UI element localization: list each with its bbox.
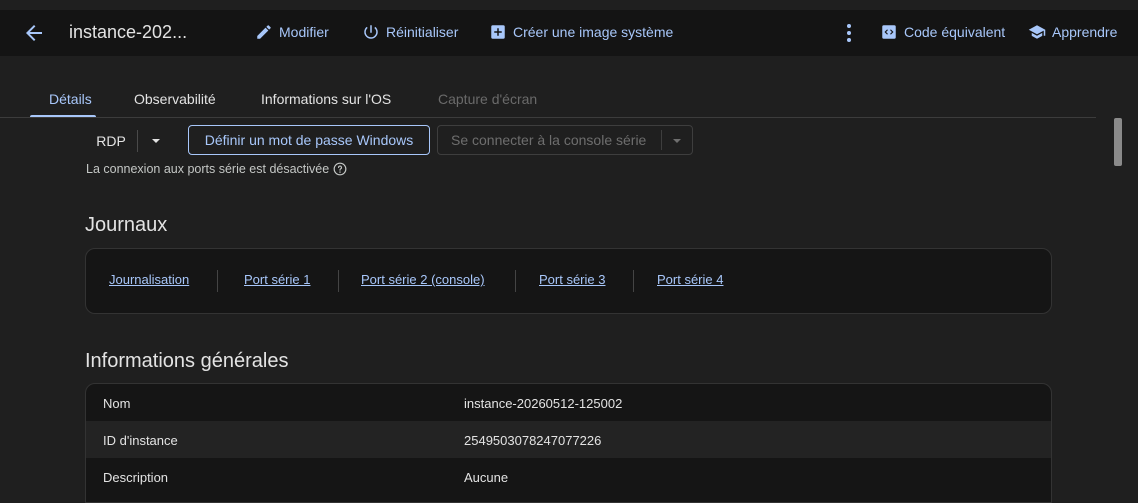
serial-disabled-text: La connexion aux ports série est désacti…	[86, 162, 330, 176]
edit-label: Modifier	[279, 24, 329, 40]
power-icon	[364, 25, 378, 39]
serial-console-dropdown-arrow-icon	[673, 139, 681, 143]
back-arrow-icon[interactable]	[22, 21, 46, 45]
more-vert-icon[interactable]	[840, 22, 858, 44]
log-link-divider	[515, 270, 516, 292]
add-box-icon	[491, 25, 505, 39]
table-row: Nom instance-20260512-125002	[86, 384, 1051, 421]
set-windows-password-button[interactable]: Définir un mot de passe Windows	[188, 125, 430, 155]
tab-observability[interactable]: Observabilité	[134, 91, 216, 107]
serial-console-divider	[661, 130, 662, 150]
tab-screenshot: Capture d'écran	[438, 91, 538, 107]
top-toolbar: instance-202... Modifier Réinitialiser C…	[0, 0, 1138, 68]
code-icon	[882, 25, 896, 39]
log-link-serial-port-3[interactable]: Port série 3	[539, 272, 605, 287]
scrollbar-thumb[interactable]	[1114, 118, 1122, 166]
log-link-divider	[633, 270, 634, 292]
row-key: Description	[103, 470, 169, 485]
reset-button[interactable]: Réinitialiser	[362, 23, 458, 41]
row-key: Nom	[103, 396, 131, 411]
general-info-table: Nom instance-20260512-125002 ID d'instan…	[85, 383, 1052, 503]
table-row: ID d'instance 2549503078247077226	[86, 421, 1051, 458]
general-info-heading: Informations générales	[85, 350, 289, 372]
row-key: ID d'instance	[103, 433, 178, 448]
equivalent-code-button[interactable]: Code équivalent	[880, 23, 1005, 41]
row-value: 2549503078247077226	[464, 433, 602, 448]
log-link-serial-port-4[interactable]: Port série 4	[657, 272, 723, 287]
logs-card: Journalisation Port série 1 Port série 2…	[85, 248, 1052, 314]
serial-console-button: Se connecter à la console série	[437, 125, 693, 155]
tabs-divider	[0, 117, 1096, 118]
instance-title: instance-202...	[69, 22, 188, 42]
learn-button[interactable]: Apprendre	[1028, 23, 1117, 41]
tab-details[interactable]: Détails	[49, 91, 92, 107]
detail-tabs: Détails Observabilité Informations sur l…	[30, 82, 1110, 118]
tab-os-info[interactable]: Informations sur l'OS	[261, 91, 391, 107]
logs-heading: Journaux	[85, 214, 168, 236]
pencil-icon	[257, 25, 271, 39]
scrollbar[interactable]	[1110, 118, 1128, 480]
rdp-button[interactable]: RDP	[86, 126, 136, 156]
create-image-label: Créer une image système	[513, 24, 674, 40]
log-link-logging[interactable]: Journalisation	[109, 272, 189, 287]
row-value: instance-20260512-125002	[464, 396, 623, 411]
log-link-serial-port-1[interactable]: Port série 1	[244, 272, 310, 287]
serial-console-label: Se connecter à la console série	[451, 132, 647, 148]
edit-button[interactable]: Modifier	[255, 23, 329, 41]
serial-disabled-message: La connexion aux ports série est désacti…	[86, 162, 347, 176]
log-link-divider	[338, 270, 339, 292]
log-link-divider	[217, 270, 218, 292]
create-image-button[interactable]: Créer une image système	[489, 23, 673, 41]
log-link-serial-port-2[interactable]: Port série 2 (console)	[361, 272, 485, 287]
school-icon	[1028, 25, 1046, 39]
toolbar-strip: instance-202... Modifier Réinitialiser C…	[0, 10, 1138, 56]
help-icon[interactable]	[333, 162, 347, 176]
rdp-divider	[137, 130, 138, 152]
reset-label: Réinitialiser	[386, 24, 459, 40]
equivalent-code-label: Code équivalent	[904, 24, 1006, 40]
table-row: Description Aucune	[86, 458, 1051, 495]
learn-label: Apprendre	[1052, 24, 1118, 40]
row-value: Aucune	[464, 470, 509, 485]
rdp-dropdown-arrow-icon[interactable]	[143, 126, 169, 156]
